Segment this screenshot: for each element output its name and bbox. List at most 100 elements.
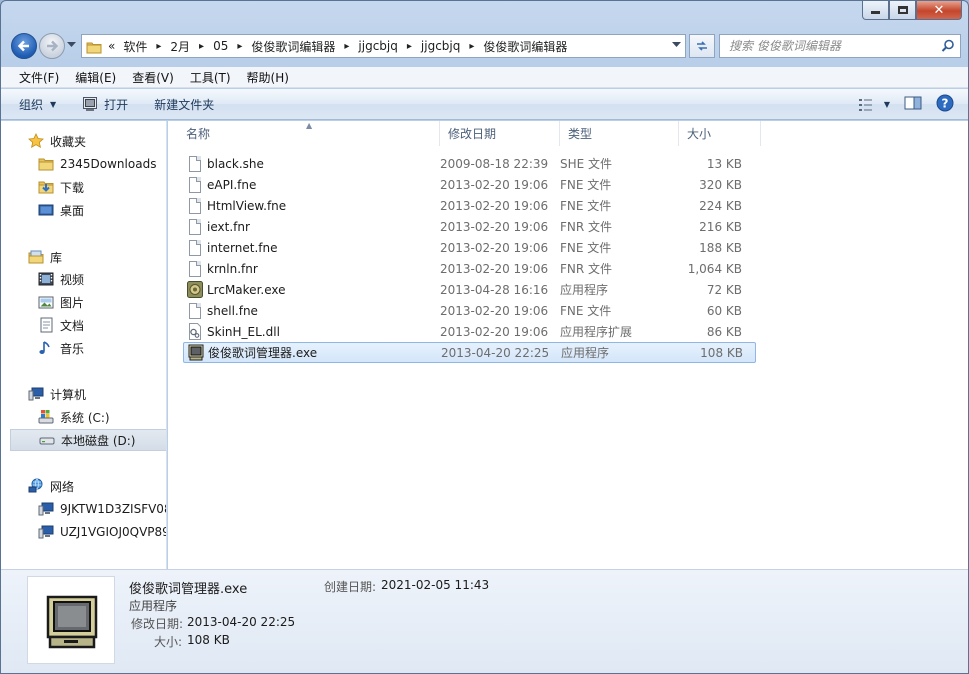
file-row[interactable]: internet.fne 2013-02-20 19:06 FNE 文件 188…: [183, 237, 756, 258]
address-history-dropdown-icon[interactable]: [672, 42, 681, 48]
breadcrumb-item[interactable]: jjgcbjq: [358, 39, 397, 53]
nav-item-label: 2345Downloads: [60, 157, 157, 171]
pictures-icon: [38, 294, 54, 310]
minimize-button[interactable]: [862, 1, 889, 20]
file-name: SkinH_EL.dll: [207, 324, 280, 339]
nav-item-network-computer[interactable]: UZJ1VGIOJ0QVP89: [38, 521, 166, 543]
file-row[interactable]: SkinH_EL.dll 2013-02-20 19:06 应用程序扩展 86 …: [183, 321, 756, 342]
breadcrumb-item[interactable]: 05: [213, 39, 228, 53]
explorer-window: ✕ « 软件 ▸ 2月 ▸ 05 ▸ 俊俊歌词编辑器 ▸ jjgcbjq ▸ j…: [0, 0, 969, 674]
open-button[interactable]: 打开: [82, 96, 128, 113]
file-row[interactable]: shell.fne 2013-02-20 19:06 FNE 文件 60 KB: [183, 300, 756, 321]
breadcrumb-separator[interactable]: ▸: [199, 41, 204, 52]
file-date: 2013-02-20 19:06: [440, 177, 549, 192]
details-size-value: 108 KB: [187, 633, 230, 647]
nav-item-desktop[interactable]: 桌面: [38, 199, 84, 221]
close-button[interactable]: ✕: [916, 1, 962, 20]
file-row-selected[interactable]: 俊俊歌词管理器.exe 2013-04-20 22:25 应用程序 108 KB: [183, 342, 756, 363]
nav-item-videos[interactable]: 视频: [38, 268, 84, 290]
column-header-date[interactable]: 修改日期: [440, 121, 560, 146]
view-dropdown-icon[interactable]: ▼: [884, 100, 890, 109]
nav-item-music[interactable]: 音乐: [38, 337, 84, 359]
arrow-right-icon: [47, 40, 59, 52]
back-button[interactable]: [11, 33, 37, 59]
address-bar[interactable]: « 软件 ▸ 2月 ▸ 05 ▸ 俊俊歌词编辑器 ▸ jjgcbjq ▸ jjg…: [81, 34, 686, 58]
nav-network[interactable]: 网络: [28, 475, 74, 497]
app-icon: [187, 280, 203, 299]
file-row[interactable]: krnln.fnr 2013-02-20 19:06 FNR 文件 1,064 …: [183, 258, 756, 279]
file-name: internet.fne: [207, 240, 278, 255]
file-row[interactable]: eAPI.fne 2013-02-20 19:06 FNE 文件 320 KB: [183, 174, 756, 195]
nav-libraries[interactable]: 库: [28, 246, 62, 268]
column-type-label: 类型: [568, 127, 593, 141]
breadcrumb-item[interactable]: 俊俊歌词编辑器: [483, 38, 567, 55]
column-headers: 名称 ▲ 修改日期 类型 大小: [168, 121, 968, 146]
new-folder-button[interactable]: 新建文件夹: [154, 96, 214, 113]
menu-edit[interactable]: 编辑(E): [67, 69, 124, 86]
breadcrumb: 软件 ▸ 2月 ▸ 05 ▸ 俊俊歌词编辑器 ▸ jjgcbjq ▸ jjgcb…: [123, 38, 567, 55]
document-icon: [187, 155, 203, 173]
menu-tools[interactable]: 工具(T): [182, 69, 239, 86]
menu-file[interactable]: 文件(F): [11, 69, 67, 86]
breadcrumb-separator[interactable]: ▸: [469, 41, 474, 52]
nav-item-network-computer[interactable]: 9JKTW1D3ZISFV08: [38, 498, 166, 520]
file-name: krnln.fnr: [207, 261, 258, 276]
maximize-button[interactable]: [889, 1, 916, 20]
column-header-type[interactable]: 类型: [560, 121, 679, 146]
breadcrumb-item[interactable]: 软件: [123, 38, 147, 55]
nav-item-label: 文档: [60, 318, 85, 333]
details-modified-value: 2013-04-20 22:25: [187, 615, 296, 629]
search-input[interactable]: [729, 39, 934, 53]
nav-libraries-label: 库: [50, 250, 63, 265]
nav-favorites[interactable]: 收藏夹: [28, 130, 86, 152]
refresh-icon: [697, 41, 707, 51]
refresh-button[interactable]: [689, 34, 715, 58]
file-date: 2013-04-20 22:25: [441, 345, 550, 360]
preview-pane-button[interactable]: [904, 95, 922, 114]
file-name: black.she: [207, 156, 264, 171]
file-thumbnail: [27, 576, 115, 664]
close-icon: ✕: [933, 2, 945, 18]
file-date: 2009-08-18 22:39: [440, 156, 549, 171]
nav-item-label: 桌面: [60, 203, 85, 218]
breadcrumb-item[interactable]: jjgcbjq: [421, 39, 460, 53]
system-drive-icon: [38, 409, 54, 425]
file-row[interactable]: iext.fnr 2013-02-20 19:06 FNR 文件 216 KB: [183, 216, 756, 237]
breadcrumb-item[interactable]: 俊俊歌词编辑器: [251, 38, 335, 55]
details-pane: 俊俊歌词管理器.exe 应用程序 修改日期: 2013-04-20 22:25 …: [1, 569, 968, 673]
breadcrumb-separator[interactable]: ▸: [156, 41, 161, 52]
organize-button[interactable]: 组织 ▼: [19, 96, 56, 113]
caption-buttons: ✕: [862, 1, 962, 20]
file-date: 2013-02-20 19:06: [440, 219, 549, 234]
folder-icon: [38, 156, 54, 172]
help-button[interactable]: ?: [936, 94, 954, 115]
nav-item-pictures[interactable]: 图片: [38, 291, 84, 313]
network-computer-icon: [38, 501, 54, 517]
forward-button[interactable]: [39, 33, 65, 59]
file-size: 1,064 KB: [687, 261, 742, 276]
breadcrumb-separator[interactable]: ▸: [407, 41, 412, 52]
file-type: 应用程序扩展: [560, 325, 633, 339]
file-row[interactable]: HtmlView.fne 2013-02-20 19:06 FNE 文件 224…: [183, 195, 756, 216]
nav-item-local-disk-d[interactable]: 本地磁盘 (D:): [10, 429, 166, 451]
arrow-left-icon: [17, 40, 29, 52]
file-row[interactable]: LrcMaker.exe 2013-04-28 16:16 应用程序 72 KB: [183, 279, 756, 300]
nav-item-2345downloads[interactable]: 2345Downloads: [38, 153, 156, 175]
breadcrumb-separator[interactable]: ▸: [344, 41, 349, 52]
recent-pages-dropdown-icon[interactable]: [67, 42, 76, 48]
nav-item-label: 图片: [60, 295, 85, 310]
breadcrumb-separator[interactable]: ▸: [237, 41, 242, 52]
file-row[interactable]: black.she 2009-08-18 22:39 SHE 文件 13 KB: [183, 153, 756, 174]
column-header-size[interactable]: 大小: [679, 121, 761, 146]
change-view-button[interactable]: ▼: [858, 98, 890, 112]
breadcrumb-overflow[interactable]: «: [108, 39, 115, 53]
menu-help[interactable]: 帮助(H): [239, 69, 297, 86]
menu-view[interactable]: 查看(V): [124, 69, 182, 86]
nav-item-documents[interactable]: 文档: [38, 314, 84, 336]
search-icon[interactable]: [941, 39, 955, 53]
nav-item-system-c[interactable]: 系统 (C:): [38, 406, 110, 428]
column-header-name[interactable]: 名称 ▲: [168, 121, 440, 146]
nav-item-downloads[interactable]: 下载: [38, 176, 84, 198]
nav-computer[interactable]: 计算机: [28, 383, 86, 405]
breadcrumb-item[interactable]: 2月: [170, 38, 190, 55]
